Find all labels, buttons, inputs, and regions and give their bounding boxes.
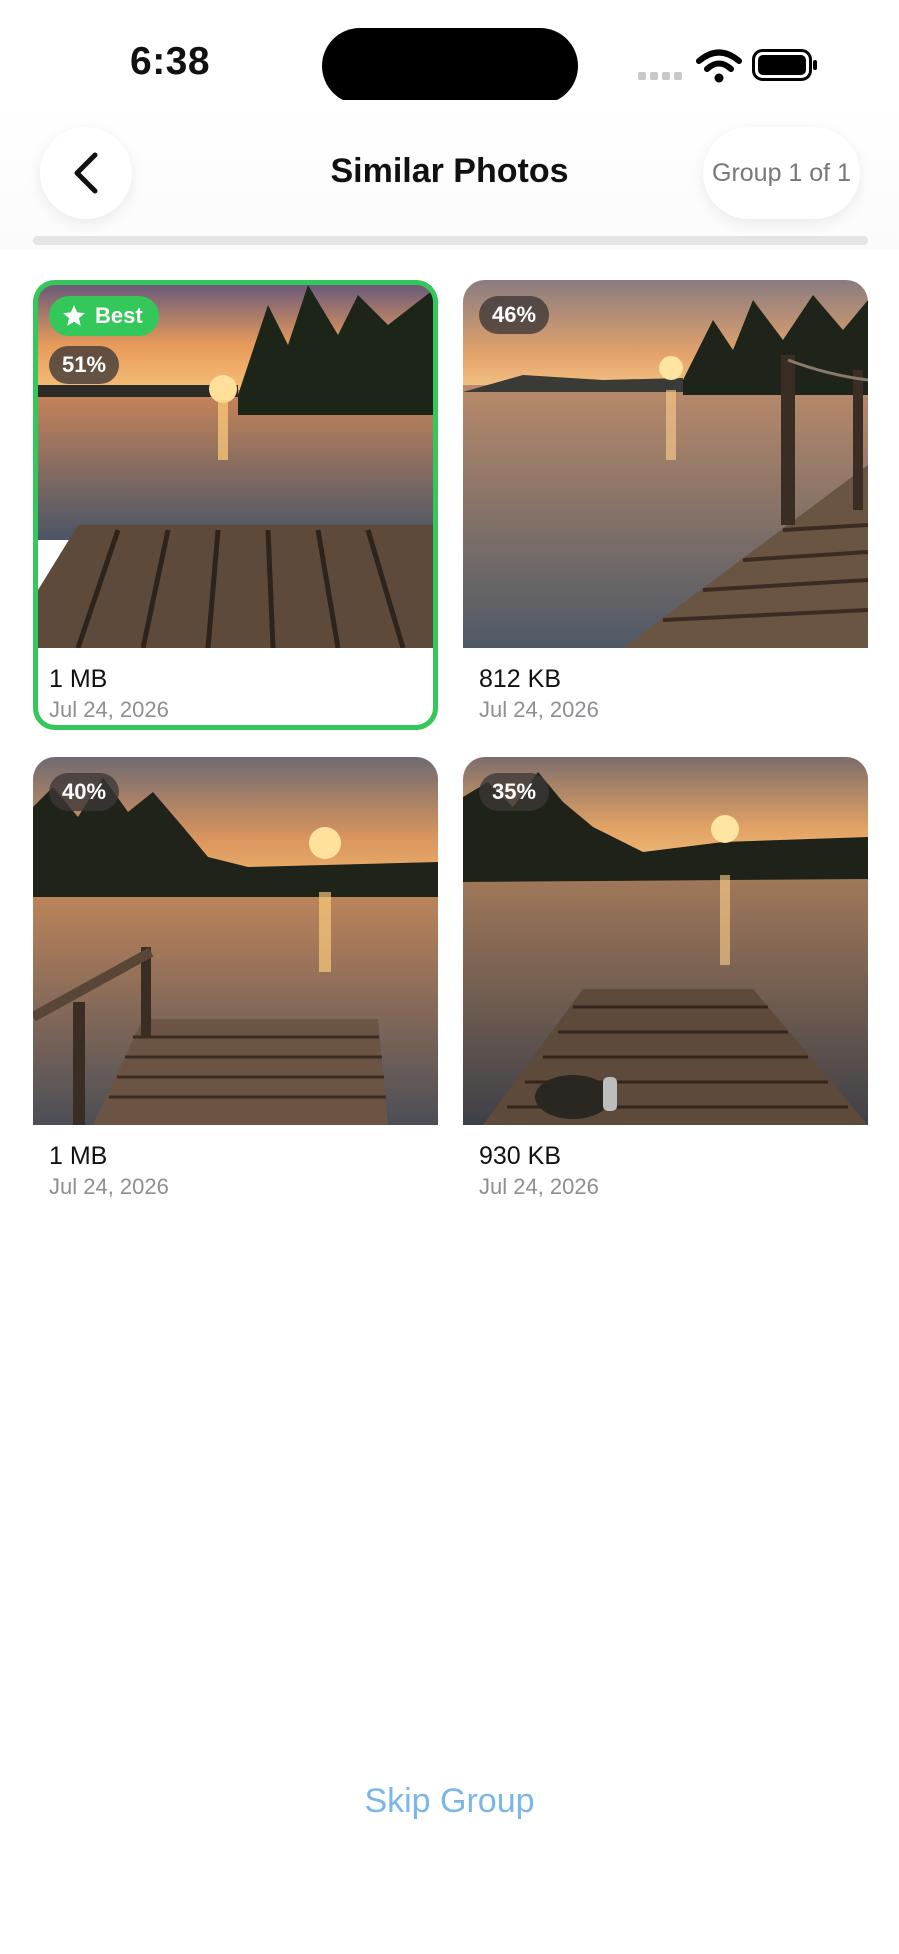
photo-size: 1 MB	[49, 665, 108, 693]
photo-card[interactable]: Best 51% 1 MB Jul 24, 2026	[33, 280, 438, 730]
photo-date: Jul 24, 2026	[49, 1174, 169, 1199]
photo-thumbnail	[463, 280, 868, 648]
photo-thumbnail	[33, 757, 438, 1125]
wifi-icon	[696, 49, 742, 83]
photo-card[interactable]: 46% 812 KB Jul 24, 2026	[463, 280, 868, 730]
cellular-signal-icon	[638, 72, 684, 80]
photo-date: Jul 24, 2026	[49, 697, 169, 722]
best-badge: Best	[49, 296, 159, 336]
photo-thumbnail	[463, 757, 868, 1125]
best-label: Best	[95, 303, 143, 328]
photo-size: 1 MB	[49, 1142, 108, 1170]
skip-group-button[interactable]: Skip Group	[0, 1782, 899, 1821]
photo-size: 812 KB	[479, 665, 562, 693]
photo-card[interactable]: 35% 930 KB Jul 24, 2026	[463, 757, 868, 1207]
similarity-badge: 46%	[479, 296, 550, 334]
status-time: 6:38	[130, 40, 211, 83]
similarity-badge: 51%	[49, 346, 120, 384]
group-progress-fill	[33, 236, 868, 245]
photo-date: Jul 24, 2026	[479, 697, 599, 722]
photo-date: Jul 24, 2026	[479, 1174, 599, 1199]
dynamic-island	[322, 28, 578, 104]
similarity-badge: 35%	[479, 773, 550, 811]
photo-size: 930 KB	[479, 1142, 562, 1170]
battery-icon	[752, 49, 817, 81]
photo-card[interactable]: 40% 1 MB Jul 24, 2026	[33, 757, 438, 1207]
group-indicator: Group 1 of 1	[703, 127, 860, 219]
similarity-badge: 40%	[49, 773, 120, 811]
photo-thumbnail	[38, 285, 433, 648]
star-icon	[63, 305, 85, 326]
group-progress-bar	[33, 236, 868, 245]
